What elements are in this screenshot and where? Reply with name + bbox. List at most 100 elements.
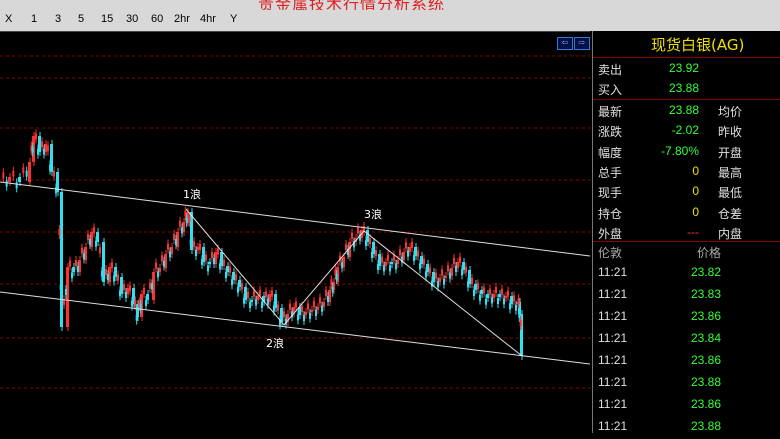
candle-body <box>145 300 147 306</box>
price-chart[interactable]: 1浪 2浪 3浪 <box>0 31 590 434</box>
candle-body <box>241 283 243 290</box>
candle-body <box>485 298 487 305</box>
candle-body <box>267 298 269 305</box>
candle-body <box>12 170 15 177</box>
candle-body <box>301 306 303 312</box>
candle-body <box>161 255 163 262</box>
candle-body <box>211 252 213 258</box>
tick-row[interactable]: 11:21 23.86 <box>593 397 780 417</box>
candle-body <box>491 297 493 304</box>
tf-2hr-button[interactable]: 2hr <box>174 13 190 25</box>
candle-body <box>2 172 5 179</box>
candle-body <box>315 310 317 316</box>
buy-row: 买入 23.88 <box>593 79 780 99</box>
tf-5min-button[interactable]: 5 <box>78 13 84 25</box>
stat-value: -2.02 <box>671 123 699 138</box>
candle-body <box>41 141 43 148</box>
panel-divider <box>593 99 780 100</box>
candle-body <box>325 290 327 296</box>
candle-body <box>497 298 499 304</box>
tf-4hr-button[interactable]: 4hr <box>200 13 216 25</box>
candle-body <box>303 315 305 321</box>
candle-body <box>193 241 195 247</box>
candle-body <box>417 250 419 257</box>
tick-row[interactable]: 11:21 23.88 <box>593 375 780 395</box>
channel-upper-line <box>0 181 590 257</box>
candle-body <box>93 227 95 234</box>
stat-label: 幅度 <box>598 145 623 160</box>
candle-body <box>365 240 367 246</box>
stat-label: 涨跌 <box>598 125 623 140</box>
stat-label-secondary: 最高 <box>718 165 743 180</box>
candle-body <box>188 216 191 223</box>
stat-row: 幅度 -7.80% 开盘 <box>593 142 780 162</box>
candle-body <box>123 284 125 290</box>
candle-body <box>15 182 18 189</box>
scroll-left-button[interactable]: ⇦ <box>557 37 573 50</box>
candle-body <box>313 301 315 307</box>
candle-body <box>330 279 333 286</box>
symbol-name: 现货白银(AG) <box>651 36 745 54</box>
candlestick-chart[interactable]: 1浪 2浪 3浪 <box>0 32 590 434</box>
candle-body <box>477 283 479 290</box>
candle-body <box>163 260 165 267</box>
candle-body <box>518 312 521 318</box>
candle-body <box>237 286 239 293</box>
candle-body <box>369 238 371 244</box>
tf-close-button[interactable]: X <box>5 13 12 25</box>
candle-body <box>351 232 353 239</box>
tf-3min-button[interactable]: 3 <box>55 13 61 25</box>
candle-body <box>515 304 517 311</box>
tick-price: 23.86 <box>690 353 721 367</box>
candle-body <box>459 256 461 263</box>
candle-body <box>143 288 145 294</box>
tick-time: 11:21 <box>598 309 628 323</box>
candle-body <box>471 278 473 284</box>
candle-body <box>167 243 169 250</box>
buy-label: 买入 <box>598 83 623 97</box>
candle-body <box>207 265 209 272</box>
tf-year-button[interactable]: Y <box>230 13 237 25</box>
stat-label-secondary: 开盘 <box>718 145 743 160</box>
candle-body <box>399 249 401 256</box>
candle-body <box>231 279 233 286</box>
candle-body <box>413 255 415 261</box>
candle-body <box>184 210 187 217</box>
tf-60min-button[interactable]: 60 <box>151 13 163 25</box>
stat-value: 0 <box>692 204 699 219</box>
candle-body <box>465 266 467 273</box>
scroll-right-button[interactable]: ⇨ <box>574 37 590 50</box>
tick-price: 23.86 <box>690 309 721 323</box>
candle-body <box>435 272 437 279</box>
candle-body <box>377 264 379 270</box>
candle-body <box>169 251 171 258</box>
candle-body <box>101 270 103 277</box>
candle-body <box>149 282 151 289</box>
candle-body <box>473 290 475 296</box>
tf-1min-button[interactable]: 1 <box>31 13 37 25</box>
stat-label-secondary: 昨收 <box>718 125 743 140</box>
candle-body <box>437 281 439 288</box>
candle-body <box>297 314 299 321</box>
candle-body <box>247 292 249 298</box>
tick-price: 23.84 <box>690 331 721 345</box>
tick-row[interactable]: 11:21 23.83 <box>593 287 780 307</box>
tick-row[interactable]: 11:21 23.86 <box>593 309 780 329</box>
candle-body <box>81 247 83 254</box>
tf-30min-button[interactable]: 30 <box>126 13 138 25</box>
tick-price: 23.83 <box>690 287 721 301</box>
candle-body <box>95 240 97 247</box>
tick-row[interactable]: 11:21 23.88 <box>593 419 780 439</box>
ticks-time-header: 伦敦 <box>598 246 623 260</box>
candle-body <box>199 244 201 250</box>
wave-label: 2浪 <box>266 336 284 350</box>
tick-row[interactable]: 11:21 23.86 <box>593 353 780 373</box>
tick-row[interactable]: 11:21 23.82 <box>593 265 780 285</box>
candle-body <box>261 302 263 308</box>
stat-value: 0 <box>692 163 699 178</box>
tick-row[interactable]: 11:21 23.84 <box>593 331 780 351</box>
candle-body <box>8 177 11 182</box>
candle-body <box>195 250 197 256</box>
tf-15min-button[interactable]: 15 <box>101 13 113 25</box>
candle-body <box>407 250 409 257</box>
